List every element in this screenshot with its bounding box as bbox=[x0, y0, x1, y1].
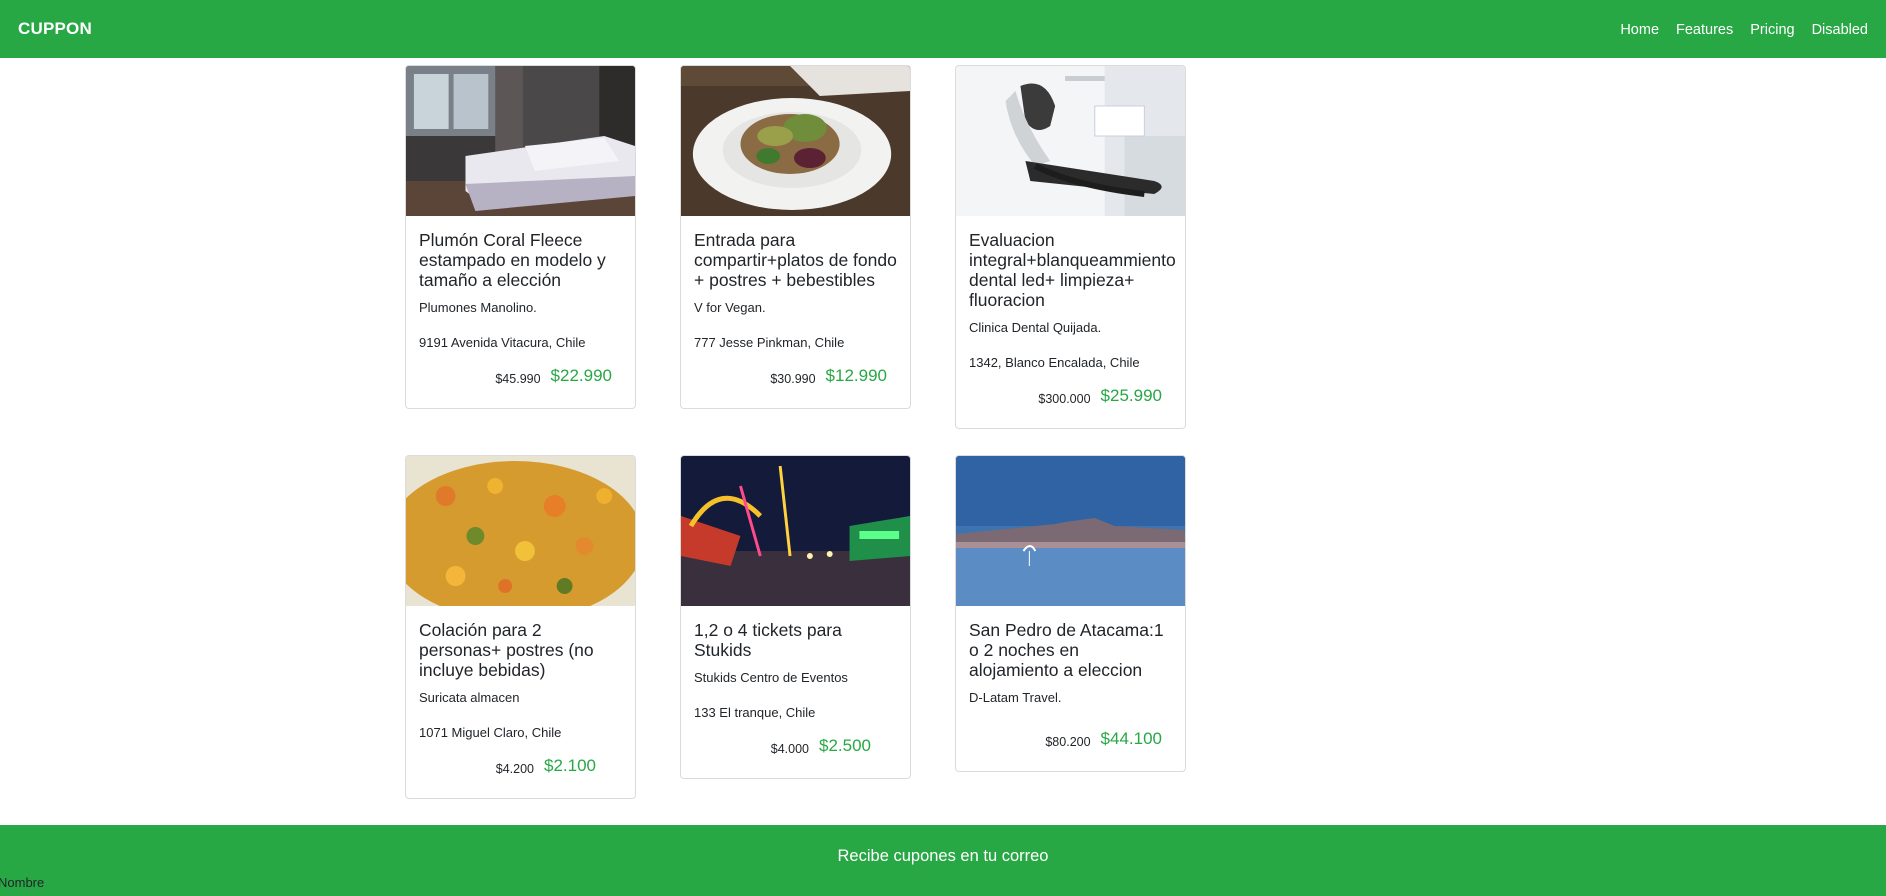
card-title[interactable]: Entrada para compartir+platos de fondo +… bbox=[694, 230, 897, 290]
atacama-lagoon-image bbox=[956, 456, 1185, 606]
food-dish-image bbox=[406, 456, 635, 606]
price-new: $25.990 bbox=[1100, 386, 1162, 405]
card-merchant: Clinica Dental Quijada. bbox=[969, 320, 1102, 335]
nav-disabled[interactable]: Disabled bbox=[1812, 22, 1868, 38]
card-merchant: Suricata almacen bbox=[419, 690, 520, 705]
amusement-park-image bbox=[681, 456, 910, 606]
card-merchant: V for Vegan. bbox=[694, 300, 766, 315]
navbar: CUPPON Home Features Pricing Disabled bbox=[0, 0, 1886, 58]
price-old: $45.990 bbox=[495, 372, 541, 386]
price-old: $80.200 bbox=[1045, 735, 1091, 749]
card-merchant: D-Latam Travel. bbox=[969, 690, 1062, 705]
coupon-card[interactable]: 1,2 o 4 tickets para Stukids Stukids Cen… bbox=[680, 455, 911, 779]
price-new: $44.100 bbox=[1100, 729, 1162, 748]
price-new: $2.500 bbox=[819, 736, 871, 755]
card-address: 133 El tranque, Chile bbox=[694, 705, 816, 720]
card-merchant: Stukids Centro de Eventos bbox=[694, 670, 848, 685]
card-title[interactable]: Evaluacion integral+blanqueammiento dent… bbox=[969, 230, 1176, 310]
card-title[interactable]: Plumón Coral Fleece estampado en modelo … bbox=[419, 230, 622, 290]
coupon-card[interactable]: Colación para 2 personas+ postres (no in… bbox=[405, 455, 636, 799]
newsletter-title: Recibe cupones en tu correo bbox=[837, 847, 1049, 865]
price-old: $4.000 bbox=[770, 742, 809, 756]
name-field-label: Nombre bbox=[0, 875, 45, 890]
card-prices: $300.000 $25.990 bbox=[969, 386, 1172, 428]
price-new: $2.100 bbox=[544, 756, 596, 775]
coupon-card[interactable]: Evaluacion integral+blanqueammiento dent… bbox=[955, 65, 1186, 429]
nav-features[interactable]: Features bbox=[1676, 22, 1733, 38]
card-title[interactable]: Colación para 2 personas+ postres (no in… bbox=[419, 620, 622, 680]
card-merchant: Plumones Manolino. bbox=[419, 300, 537, 315]
card-title[interactable]: 1,2 o 4 tickets para Stukids bbox=[694, 620, 897, 660]
coupon-card[interactable]: Entrada para compartir+platos de fondo +… bbox=[680, 65, 911, 409]
card-address: 777 Jesse Pinkman, Chile bbox=[694, 335, 845, 350]
price-old: $300.000 bbox=[1038, 392, 1091, 406]
nav-pricing[interactable]: Pricing bbox=[1750, 22, 1794, 38]
nav-links: Home Features Pricing Disabled bbox=[1620, 22, 1868, 38]
price-old: $4.200 bbox=[495, 762, 534, 776]
price-old: $30.990 bbox=[770, 372, 816, 386]
bedroom-image bbox=[406, 66, 635, 216]
card-prices: $45.990 $22.990 bbox=[419, 366, 622, 408]
coupon-card[interactable]: Plumón Coral Fleece estampado en modelo … bbox=[405, 65, 636, 409]
dental-chair-image bbox=[956, 66, 1185, 216]
nav-home[interactable]: Home bbox=[1620, 22, 1659, 38]
price-new: $22.990 bbox=[550, 366, 612, 385]
vegan-salad-image bbox=[681, 66, 910, 216]
brand-logo[interactable]: CUPPON bbox=[18, 19, 92, 39]
newsletter-footer: Recibe cupones en tu correo Nombre bbox=[0, 825, 1886, 896]
card-prices: $80.200 $44.100 bbox=[969, 725, 1172, 771]
card-prices: $30.990 $12.990 bbox=[694, 366, 897, 408]
card-address: 1342, Blanco Encalada, Chile bbox=[969, 355, 1140, 370]
card-address: 9191 Avenida Vitacura, Chile bbox=[419, 335, 586, 350]
card-title[interactable]: San Pedro de Atacama:1 o 2 noches en alo… bbox=[969, 620, 1172, 680]
card-prices: $4.200 $2.100 bbox=[419, 756, 622, 798]
coupon-card[interactable]: San Pedro de Atacama:1 o 2 noches en alo… bbox=[955, 455, 1186, 772]
card-prices: $4.000 $2.500 bbox=[694, 736, 897, 778]
card-address: 1071 Miguel Claro, Chile bbox=[419, 725, 562, 740]
price-new: $12.990 bbox=[825, 366, 887, 385]
